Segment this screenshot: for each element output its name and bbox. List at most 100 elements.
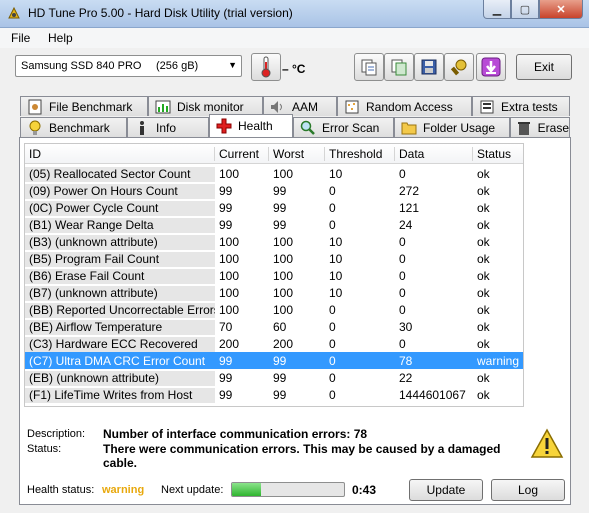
- cell-id: (05) Reallocated Sector Count: [25, 167, 215, 182]
- cell-data: 121: [395, 201, 473, 216]
- column-header-current[interactable]: Current: [215, 147, 269, 161]
- tab-label: Disk monitor: [177, 99, 244, 114]
- tab-erase[interactable]: Erase: [510, 117, 570, 137]
- table-row[interactable]: (B6) Erase Fail Count 100 100 10 0 ok: [25, 267, 523, 284]
- table-row[interactable]: (B5) Program Fail Count 100 100 10 0 ok: [25, 250, 523, 267]
- tab-label: Folder Usage: [423, 120, 496, 135]
- tab-folder-usage[interactable]: Folder Usage: [394, 117, 510, 137]
- window-title: HD Tune Pro 5.00 - Hard Disk Utility (tr…: [28, 6, 293, 20]
- cell-id: (0C) Power Cycle Count: [25, 201, 215, 216]
- cell-data: 78: [399, 354, 413, 368]
- cell-threshold: 0: [325, 371, 395, 386]
- update-button[interactable]: Update: [409, 479, 483, 501]
- tab-error-scan[interactable]: Error Scan: [293, 117, 394, 137]
- tab-label: Health: [238, 119, 273, 133]
- table-row[interactable]: (C7) Ultra DMA CRC Error Count 99 99 0 78 war…: [25, 352, 523, 369]
- tab-random-access[interactable]: Random Access: [337, 96, 472, 116]
- cell-threshold: 0: [325, 184, 395, 199]
- table-row[interactable]: (B3) (unknown attribute) 100 100 10 0 ok: [25, 233, 523, 250]
- cell-data: 0: [395, 286, 473, 301]
- column-header-id[interactable]: ID: [25, 147, 215, 161]
- close-button[interactable]: ✕: [539, 0, 583, 19]
- thermometer-button[interactable]: [251, 53, 281, 81]
- file-benchmark-icon: [27, 99, 43, 115]
- cell-threshold: 0: [325, 320, 395, 335]
- download-button[interactable]: [476, 53, 506, 81]
- trash-icon: [517, 120, 532, 136]
- cell-data: 0: [395, 337, 473, 352]
- next-update-label: Next update:: [161, 484, 224, 496]
- cell-status: ok: [473, 167, 523, 182]
- table-row[interactable]: (05) Reallocated Sector Count 100 100 10 0 ok: [25, 165, 523, 182]
- cell-worst: 99: [269, 218, 325, 233]
- column-header-status[interactable]: Status: [473, 147, 523, 161]
- cell-status: ok: [473, 388, 523, 403]
- cell-threshold: 0: [325, 218, 395, 233]
- tab-label: Extra tests: [501, 99, 558, 114]
- table-row[interactable]: (F1) LifeTime Writes from Host 99 99 0 14446…: [25, 386, 523, 403]
- cell-threshold: 0: [329, 354, 336, 368]
- exit-button[interactable]: Exit: [516, 54, 572, 80]
- cell-worst: 100: [269, 269, 325, 284]
- menu-help[interactable]: Help: [48, 31, 73, 45]
- options-button[interactable]: [444, 53, 474, 81]
- cell-id: (EB) (unknown attribute): [25, 371, 215, 386]
- tab-extra-tests[interactable]: Extra tests: [472, 96, 570, 116]
- cell-current: 100: [215, 235, 269, 250]
- cell-current: 99: [215, 201, 269, 216]
- maximize-button[interactable]: ▢: [511, 0, 539, 19]
- tab-info[interactable]: Info: [127, 117, 209, 137]
- tab-file-benchmark[interactable]: File Benchmark: [20, 96, 148, 116]
- log-button[interactable]: Log: [491, 479, 565, 501]
- copy-icon: [361, 59, 377, 76]
- table-row[interactable]: (C3) Hardware ECC Recovered 200 200 0 0 ok: [25, 335, 523, 352]
- table-row[interactable]: (BE) Airflow Temperature 70 60 0 30 ok: [25, 318, 523, 335]
- table-header: ID Current Worst Threshold Data Status: [25, 144, 523, 164]
- copy-text-button[interactable]: [354, 53, 384, 81]
- health-cross-icon: [216, 118, 232, 134]
- table-row[interactable]: (0C) Power Cycle Count 99 99 0 121 ok: [25, 199, 523, 216]
- minimize-button[interactable]: ▁: [483, 0, 511, 19]
- tab-health[interactable]: Health: [209, 114, 293, 137]
- column-header-worst[interactable]: Worst: [269, 147, 325, 161]
- tab-benchmark[interactable]: Benchmark: [20, 117, 127, 137]
- copy-screenshot-button[interactable]: [384, 53, 414, 81]
- cell-worst: 100: [269, 167, 325, 182]
- app-icon: [8, 6, 20, 19]
- tab-label: Erase: [537, 120, 569, 135]
- cell-status: ok: [473, 303, 523, 318]
- smart-attributes-table[interactable]: ID Current Worst Threshold Data Status (…: [24, 143, 524, 407]
- menu-file[interactable]: File: [11, 31, 30, 45]
- cell-worst: 99: [269, 388, 325, 403]
- cell-worst: 99: [273, 354, 287, 368]
- table-row[interactable]: (B7) (unknown attribute) 100 100 10 0 ok: [25, 284, 523, 301]
- drive-select[interactable]: Samsung SSD 840 PRO (256 gB) ▼: [15, 55, 242, 77]
- table-row[interactable]: (09) Power On Hours Count 99 99 0 272 ok: [25, 182, 523, 199]
- cell-current: 99: [215, 371, 269, 386]
- table-row[interactable]: (BB) Reported Uncorrectable Errors 100 100…: [25, 301, 523, 318]
- info-icon: [134, 120, 150, 136]
- random-access-icon: [344, 99, 360, 115]
- extra-tests-icon: [479, 99, 495, 115]
- cell-worst: 99: [269, 371, 325, 386]
- cell-status: ok: [473, 218, 523, 233]
- table-row[interactable]: (B1) Wear Range Delta 99 99 0 24 ok: [25, 216, 523, 233]
- cell-status: ok: [473, 184, 523, 199]
- column-header-threshold[interactable]: Threshold: [325, 147, 395, 161]
- table-row[interactable]: (EB) (unknown attribute) 99 99 0 22 ok: [25, 369, 523, 386]
- cell-current: 100: [215, 303, 269, 318]
- disk-monitor-icon: [155, 99, 171, 115]
- cell-id: (BB) Reported Uncorrectable Errors: [25, 303, 220, 318]
- tab-disk-monitor[interactable]: Disk monitor: [148, 96, 263, 116]
- cell-id: (B5) Program Fail Count: [25, 252, 215, 267]
- progress-fill: [232, 483, 262, 496]
- cell-current: 100: [215, 167, 269, 182]
- tab-aam[interactable]: AAM: [263, 96, 337, 116]
- tab-label: Random Access: [366, 99, 453, 114]
- cell-data: 1444601067: [395, 388, 473, 403]
- column-header-data[interactable]: Data: [395, 147, 473, 161]
- cell-current: 70: [215, 320, 269, 335]
- status-label: Status:: [27, 443, 62, 455]
- save-button[interactable]: [414, 53, 444, 81]
- cell-current: 99: [219, 354, 233, 368]
